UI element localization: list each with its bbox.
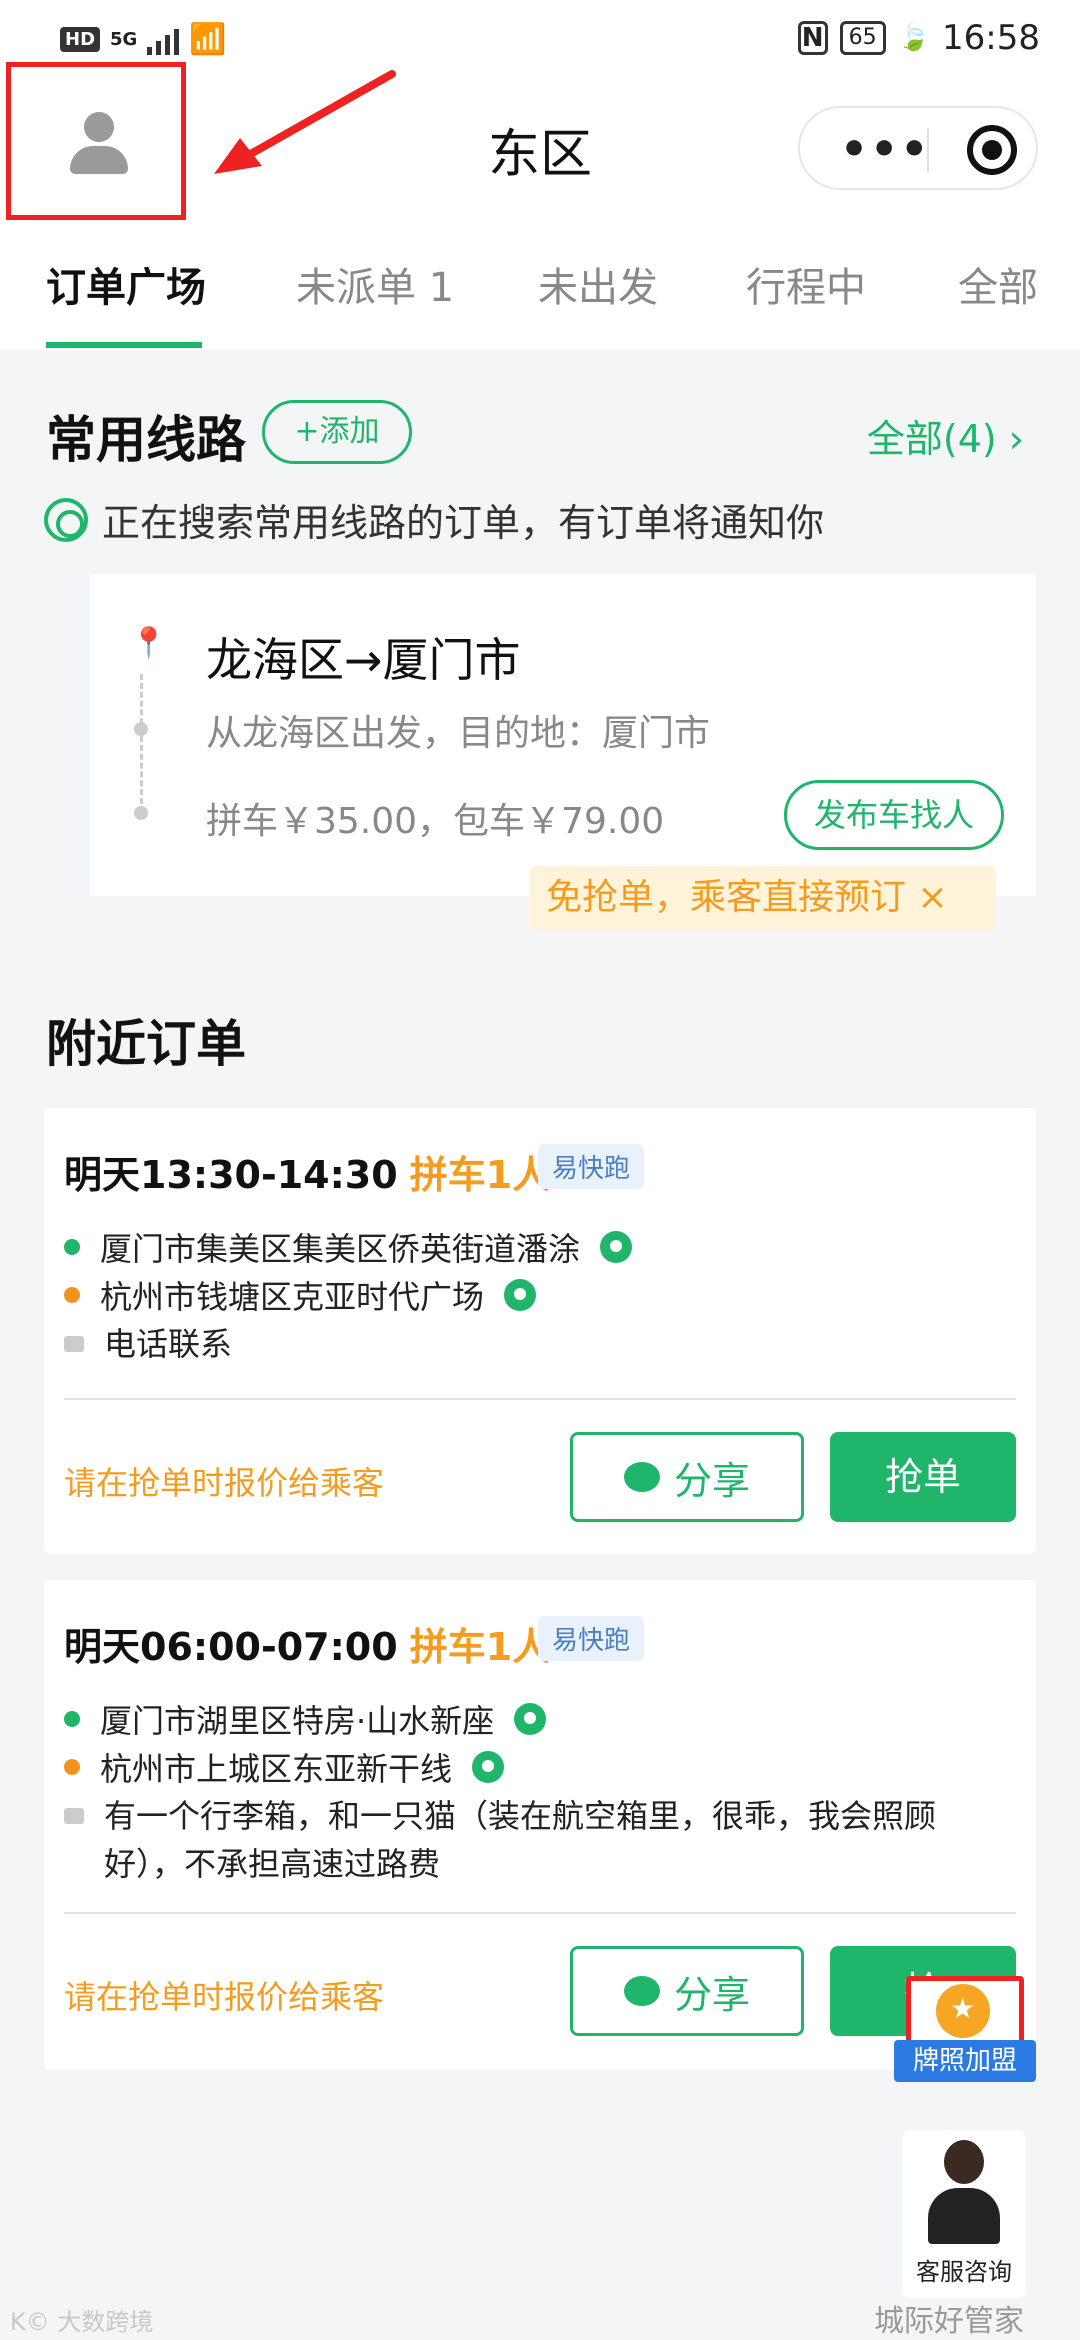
network-label: 5G (110, 29, 138, 50)
route-dot (134, 722, 148, 736)
tab-all[interactable]: 全部 (958, 255, 1038, 313)
quote-hint: 请在抢单时报价给乘客 (64, 1464, 385, 1502)
message-icon (64, 1336, 84, 1352)
route-search-notice: 正在搜索常用线路的订单，有订单将通知你 (44, 492, 824, 547)
tab-unassigned[interactable]: 未派单 1 (296, 255, 454, 313)
leaf-icon: 🍃 (897, 23, 931, 53)
badge-label: 牌照加盟 (894, 2040, 1036, 2082)
watermark-left: K© 大数跨境 (10, 2308, 154, 2336)
status-left: HD 5G 📶 (60, 22, 227, 57)
wechat-icon (623, 1462, 660, 1492)
route-price: 拼车￥35.00，包车￥79.00 (206, 801, 665, 842)
platform-tag: 易快跑 (538, 1616, 645, 1661)
origin-dot (64, 1239, 80, 1255)
battery-icon: 65 (839, 21, 886, 55)
tab-bar: 订单广场 未派单 1 未出发 行程中 全部 (0, 230, 1080, 350)
watermark-right: 城际好管家 (874, 2304, 1024, 2339)
order-destination: 杭州市上城区东亚新干线 (64, 1744, 505, 1790)
order-card[interactable]: 明天06:00-07:00 拼车1人 易快跑 厦门市湖里区特房·山水新座 杭州市上… (44, 1580, 1036, 2070)
signal-icon (147, 25, 180, 55)
active-tab-indicator (46, 342, 202, 348)
order-time-row: 明天06:00-07:00 拼车1人 (64, 1616, 550, 1671)
wifi-icon: 📶 (189, 22, 227, 57)
note-text: 电话联系 (104, 1325, 233, 1363)
destination-dot (64, 1287, 80, 1303)
miniprogram-capsule: ••• (798, 106, 1038, 190)
map-pin-icon[interactable] (504, 1279, 537, 1311)
note-text: 有一个行李箱，和一只猫（装在航空箱里，很乖，我会照顾好），不承担高速过路费 (104, 1797, 937, 1883)
location-pin-icon: 📍 (130, 626, 168, 661)
order-note: 电话联系 (64, 1320, 1004, 1368)
origin-text: 厦门市集美区集美区侨英街道潘涂 (100, 1230, 581, 1268)
map-pin-icon[interactable] (600, 1231, 633, 1263)
order-destination: 杭州市钱塘区克亚时代广场 (64, 1272, 537, 1318)
destination-text: 杭州市钱塘区克亚时代广场 (100, 1278, 485, 1316)
order-note: 有一个行李箱，和一只猫（装在航空箱里，很乖，我会照顾好），不承担高速过路费 (64, 1792, 1004, 1888)
destination-text: 杭州市上城区东亚新干线 (100, 1750, 453, 1788)
capsule-divider (927, 128, 929, 172)
all-routes-link[interactable]: 全部(4) › (867, 408, 1024, 463)
origin-text: 厦门市湖里区特房·山水新座 (100, 1702, 495, 1740)
share-button[interactable]: 分享 (570, 1946, 804, 2036)
order-time: 明天06:00-07:00 (64, 1625, 398, 1669)
publish-ride-button[interactable]: 发布车找人 (784, 780, 1004, 850)
notice-text: 正在搜索常用线路的订单，有订单将通知你 (102, 501, 825, 545)
route-name: 龙海区→厦门市 (206, 633, 521, 687)
order-type: 拼车1人 (409, 1625, 551, 1669)
customer-service-button[interactable]: 客服咨询 (902, 2130, 1026, 2298)
nearby-title: 附近订单 (46, 1015, 246, 1073)
divider (64, 1912, 1016, 1914)
customer-service-label: 客服咨询 (916, 2258, 1012, 2286)
close-miniprogram-icon[interactable] (967, 125, 1017, 175)
destination-dot (64, 1759, 80, 1775)
map-pin-icon[interactable] (472, 1751, 505, 1783)
no-grab-tip[interactable]: 免抢单，乘客直接预订 × (530, 866, 996, 930)
agent-avatar (928, 2140, 1000, 2250)
share-label: 分享 (673, 1972, 750, 2017)
route-dashed-line (140, 674, 143, 804)
order-origin: 厦门市湖里区特房·山水新座 (64, 1696, 547, 1742)
nfc-icon: N (797, 21, 828, 55)
order-time: 明天13:30-14:30 (64, 1153, 398, 1197)
divider (64, 1398, 1016, 1400)
origin-dot (64, 1711, 80, 1727)
add-route-button[interactable]: +添加 (262, 400, 412, 464)
status-right: N 65 🍃 16:58 (797, 18, 1040, 58)
map-pin-icon[interactable] (514, 1703, 547, 1735)
tab-not-departed[interactable]: 未出发 (538, 255, 658, 313)
quote-hint: 请在抢单时报价给乘客 (64, 1978, 385, 2016)
order-time-row: 明天13:30-14:30 拼车1人 (64, 1144, 550, 1199)
grab-order-button[interactable]: 抢单 (830, 1432, 1016, 1522)
wechat-icon (623, 1976, 660, 2006)
routes-title: 常用线路 (46, 411, 246, 469)
license-franchise-badge[interactable]: 牌照加盟 (894, 1976, 1036, 2086)
clock: 16:58 (942, 18, 1040, 58)
tab-in-trip[interactable]: 行程中 (746, 255, 866, 313)
radar-icon (44, 497, 88, 542)
medal-icon (936, 1984, 990, 2038)
order-card[interactable]: 明天13:30-14:30 拼车1人 易快跑 厦门市集美区集美区侨英街道潘涂 杭州… (44, 1108, 1036, 1554)
order-type: 拼车1人 (409, 1153, 551, 1197)
platform-tag: 易快跑 (538, 1144, 645, 1189)
message-icon (64, 1808, 84, 1824)
route-card[interactable]: 📍 龙海区→厦门市 从龙海区出发，目的地：厦门市 拼车￥35.00，包车￥79.… (90, 574, 1036, 896)
more-icon[interactable]: ••• (840, 124, 930, 175)
order-origin: 厦门市集美区集美区侨英街道潘涂 (64, 1224, 633, 1270)
hd-badge: HD (60, 27, 101, 52)
tab-order-square[interactable]: 订单广场 (46, 255, 206, 313)
route-description: 从龙海区出发，目的地：厦门市 (206, 713, 711, 754)
share-button[interactable]: 分享 (570, 1432, 804, 1522)
route-dot (134, 806, 148, 820)
share-label: 分享 (673, 1458, 750, 1503)
